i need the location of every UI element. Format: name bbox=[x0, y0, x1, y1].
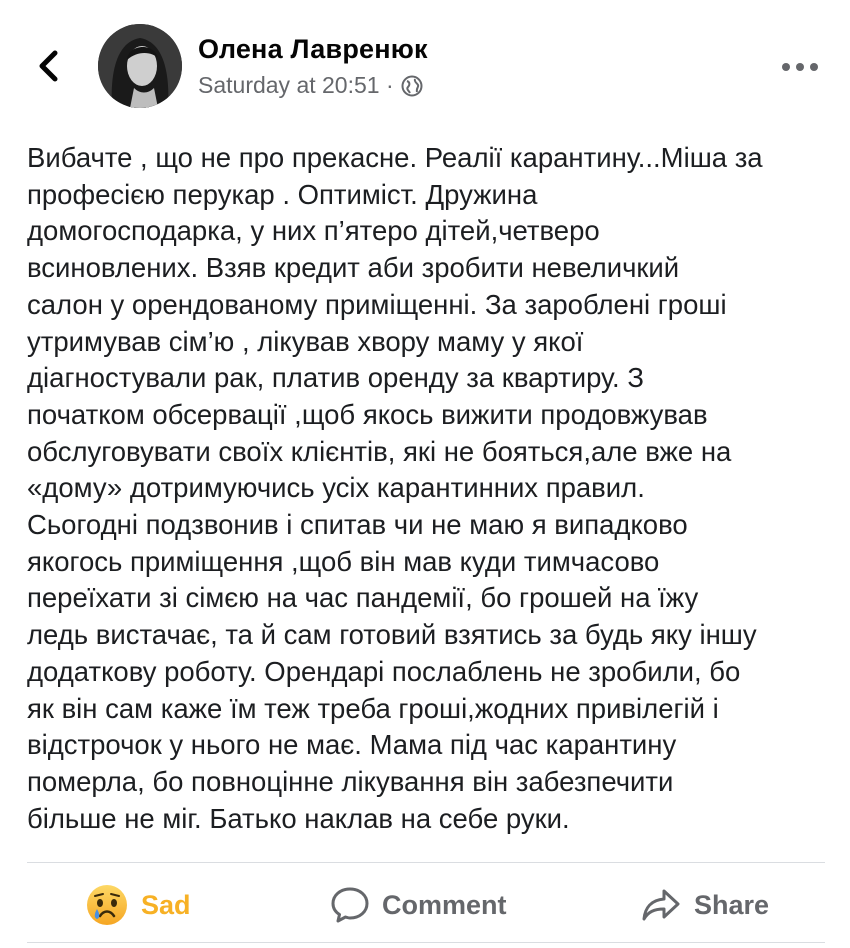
avatar-photo bbox=[98, 24, 182, 108]
chevron-left-icon bbox=[39, 50, 58, 82]
more-options-button[interactable] bbox=[778, 52, 822, 82]
avatar[interactable] bbox=[98, 24, 182, 108]
divider bbox=[27, 862, 825, 863]
back-button[interactable] bbox=[28, 44, 68, 88]
divider bbox=[27, 942, 825, 943]
sad-reaction-button[interactable]: Sad bbox=[85, 870, 191, 940]
comment-label: Comment bbox=[382, 889, 507, 920]
post-meta: Saturday at 20:51 · bbox=[198, 72, 424, 99]
sad-face-icon bbox=[87, 885, 127, 925]
author-name[interactable]: Олена Лавренюк bbox=[198, 34, 428, 65]
sad-label: Sad bbox=[141, 889, 191, 920]
share-icon bbox=[642, 889, 680, 921]
post-header: Олена Лавренюк Saturday at 20:51 · bbox=[0, 0, 850, 130]
post-text: Вибачте , що не про прекасне. Реалії кар… bbox=[27, 142, 763, 834]
share-label: Share bbox=[694, 889, 770, 920]
more-icon bbox=[782, 63, 818, 71]
share-button[interactable]: Share bbox=[640, 870, 769, 940]
comment-icon bbox=[331, 887, 369, 923]
globe-icon bbox=[400, 74, 424, 98]
comment-button[interactable]: Comment bbox=[330, 870, 507, 940]
post-timestamp[interactable]: Saturday at 20:51 · bbox=[198, 72, 394, 99]
post-actions: Sad Comment Share bbox=[0, 870, 850, 940]
